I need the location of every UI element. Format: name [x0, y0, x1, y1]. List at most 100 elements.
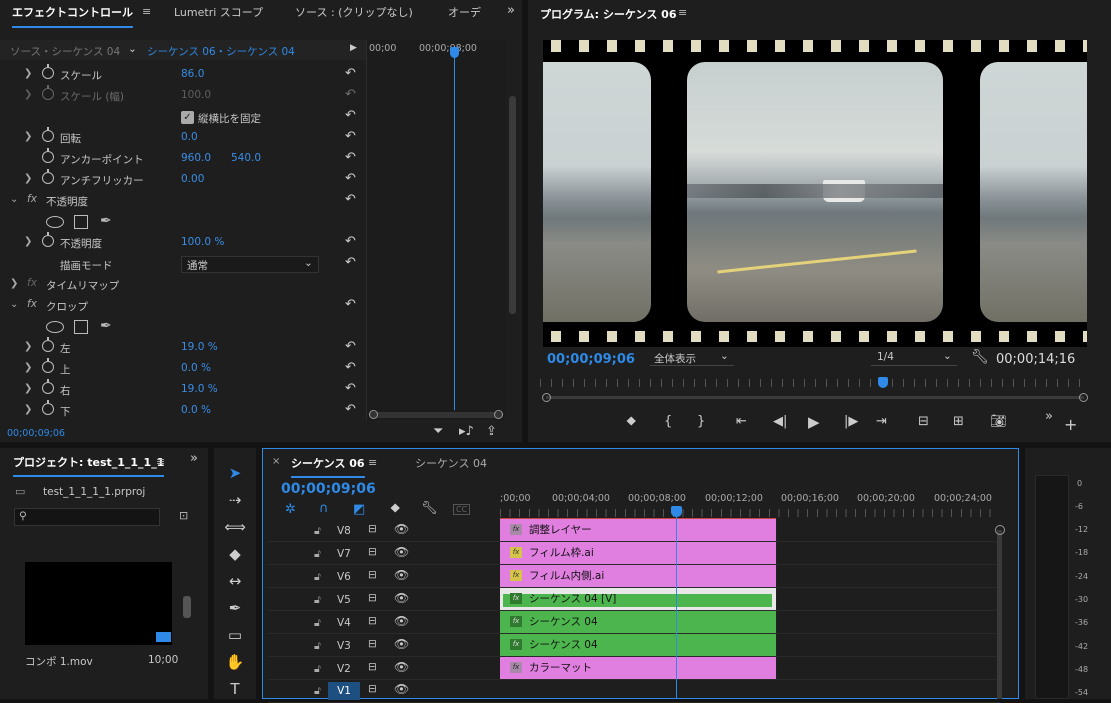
- filter-icon[interactable]: ⏷: [433, 424, 443, 439]
- chevron-right-icon[interactable]: ❯: [24, 404, 32, 415]
- property-anchor-point[interactable]: アンカーポイント 960.0 540.0 ↶: [0, 148, 366, 170]
- overflow-icon[interactable]: »: [1045, 409, 1053, 424]
- new-bin-icon[interactable]: ⊡: [179, 509, 188, 522]
- tab-sequence-06[interactable]: シーケンス 06: [291, 455, 365, 478]
- chevron-right-icon[interactable]: ❯: [24, 341, 32, 352]
- tab-sequence-04[interactable]: シーケンス 04: [415, 455, 487, 471]
- property-crop-bottom[interactable]: ❯ 下 0.0 % ↶: [0, 400, 366, 422]
- blend-mode-dropdown[interactable]: 通常 ⌄: [181, 256, 319, 273]
- crop-right-value[interactable]: 19.0 %: [181, 383, 218, 395]
- reset-icon[interactable]: ↶: [345, 66, 356, 81]
- project-scrollbar[interactable]: [183, 596, 191, 618]
- opacity-value[interactable]: 100.0 %: [181, 236, 224, 248]
- chevron-down-icon[interactable]: ⌄: [10, 299, 18, 310]
- reset-icon[interactable]: ↶: [345, 129, 356, 144]
- tab-audio[interactable]: オーデ: [448, 4, 481, 20]
- stopwatch-icon[interactable]: [42, 337, 54, 352]
- sync-lock-icon[interactable]: ⊟: [368, 569, 377, 581]
- anchor-x-value[interactable]: 960.0: [181, 152, 211, 164]
- chevron-down-icon[interactable]: ⌄: [128, 43, 137, 55]
- go-to-out-icon[interactable]: ⇥: [876, 414, 887, 429]
- sequence-menu-icon[interactable]: ≡: [368, 456, 377, 469]
- clip-sequence-04-selected[interactable]: fx シーケンス 04 [V]: [500, 588, 777, 610]
- rectangle-mask-icon[interactable]: [74, 320, 88, 334]
- tab-project[interactable]: プロジェクト: test_1_1_1_1: [13, 454, 165, 477]
- fx-icon[interactable]: fx: [27, 298, 37, 310]
- lock-icon[interactable]: 🔓︎: [314, 617, 321, 630]
- effect-mini-timeline[interactable]: 00;00 00;00;08;00: [366, 40, 506, 420]
- lock-icon[interactable]: 🔓︎: [314, 525, 321, 538]
- reset-icon[interactable]: ↶: [345, 150, 356, 165]
- crop-left-value[interactable]: 19.0 %: [181, 341, 218, 353]
- effect-timecode[interactable]: 00;00;09;06: [7, 428, 65, 439]
- slip-tool-icon[interactable]: ↔: [222, 572, 248, 596]
- scroll-handle-top[interactable]: [995, 525, 1005, 535]
- mark-out-icon[interactable]: }: [697, 414, 705, 429]
- reset-icon[interactable]: ↶: [345, 360, 356, 375]
- stopwatch-icon[interactable]: [42, 169, 54, 184]
- program-video-frame[interactable]: [543, 40, 1087, 347]
- antiflicker-value[interactable]: 0.00: [181, 173, 204, 185]
- sync-lock-icon[interactable]: ⊟: [368, 683, 377, 695]
- mini-timeline-scrollbar[interactable]: [369, 412, 503, 418]
- effect-crop[interactable]: ⌄ fx クロップ ↶: [0, 296, 366, 317]
- eye-icon[interactable]: 👁︎: [394, 591, 409, 605]
- selection-tool-icon[interactable]: ➤: [222, 464, 248, 488]
- stopwatch-icon[interactable]: [42, 358, 54, 373]
- stopwatch-icon[interactable]: [42, 379, 54, 394]
- eye-icon[interactable]: 👁︎: [394, 614, 409, 628]
- track-label[interactable]: V6: [337, 571, 351, 583]
- program-time-ruler[interactable]: [540, 379, 1088, 387]
- rectangle-mask-icon[interactable]: [74, 215, 88, 229]
- property-crop-top[interactable]: ❯ 上 0.0 % ↶: [0, 358, 366, 380]
- chevron-down-icon[interactable]: ⌄: [10, 194, 18, 205]
- clip-sequence-04[interactable]: fx シーケンス 04: [500, 634, 777, 656]
- stopwatch-icon[interactable]: [42, 232, 54, 247]
- lock-icon[interactable]: 🔓︎: [314, 548, 321, 561]
- play-triangle-icon[interactable]: ▶: [350, 43, 357, 53]
- rectangle-tool-icon[interactable]: ▭: [222, 626, 248, 650]
- track-select-tool-icon[interactable]: ⇢: [222, 491, 248, 515]
- clip-sequence-04[interactable]: fx シーケンス 04: [500, 611, 777, 633]
- eye-icon[interactable]: 👁︎: [394, 568, 409, 582]
- project-search-input[interactable]: ⚲: [14, 508, 160, 526]
- property-rotation[interactable]: ❯ 回転 0.0 ↶: [0, 127, 366, 149]
- eye-icon[interactable]: 👁︎: [394, 637, 409, 651]
- chevron-right-icon[interactable]: ❯: [24, 68, 32, 79]
- close-tab-icon[interactable]: ×: [272, 456, 280, 467]
- effect-time-remap[interactable]: ❯ fx タイムリマップ: [0, 275, 366, 296]
- project-menu-icon[interactable]: ≡: [156, 455, 165, 468]
- zoom-handle-left[interactable]: [542, 393, 551, 402]
- reset-icon[interactable]: ↶: [345, 339, 356, 354]
- timeline-playhead-handle[interactable]: [671, 506, 682, 517]
- reset-icon[interactable]: ↶: [345, 192, 356, 207]
- panel-overflow-icon[interactable]: »: [190, 451, 198, 466]
- property-blend-mode[interactable]: 描画モード 通常 ⌄ ↶: [0, 254, 366, 275]
- export-frame-icon[interactable]: 📷︎: [990, 414, 1007, 429]
- crop-top-value[interactable]: 0.0 %: [181, 362, 211, 374]
- stopwatch-icon[interactable]: [42, 127, 54, 142]
- clip-thumbnail[interactable]: [25, 562, 172, 645]
- eye-icon[interactable]: 👁︎: [394, 682, 409, 696]
- reset-icon[interactable]: ↶: [345, 381, 356, 396]
- program-monitor-title[interactable]: プログラム: シーケンス 06: [540, 6, 677, 22]
- reset-icon[interactable]: ↶: [345, 108, 356, 123]
- effect-opacity-group[interactable]: ⌄ fx 不透明度 ↶: [0, 191, 366, 212]
- reset-icon[interactable]: ↶: [345, 234, 356, 249]
- play-audio-icon[interactable]: ▸♪: [459, 424, 474, 439]
- timeline-vertical-scrollbar[interactable]: [997, 530, 1002, 699]
- tab-source[interactable]: ソース : (クリップなし): [295, 4, 413, 20]
- resolution-dropdown[interactable]: 1/4 ⌄: [871, 350, 957, 366]
- checkbox-checked-icon[interactable]: ✓: [181, 111, 194, 124]
- ellipse-mask-icon[interactable]: [46, 216, 64, 228]
- sync-lock-icon[interactable]: ⊟: [368, 523, 377, 535]
- eye-icon[interactable]: 👁︎: [394, 660, 409, 674]
- vertical-scrollbar[interactable]: [509, 96, 516, 314]
- lock-icon[interactable]: 🔓︎: [314, 571, 321, 584]
- go-to-in-icon[interactable]: ⇤: [736, 414, 747, 429]
- sync-lock-icon[interactable]: ⊟: [368, 546, 377, 558]
- pen-tool-icon[interactable]: ✒: [222, 599, 248, 623]
- stopwatch-icon[interactable]: [42, 400, 54, 415]
- program-menu-icon[interactable]: ≡: [678, 6, 687, 19]
- scale-value[interactable]: 86.0: [181, 68, 204, 80]
